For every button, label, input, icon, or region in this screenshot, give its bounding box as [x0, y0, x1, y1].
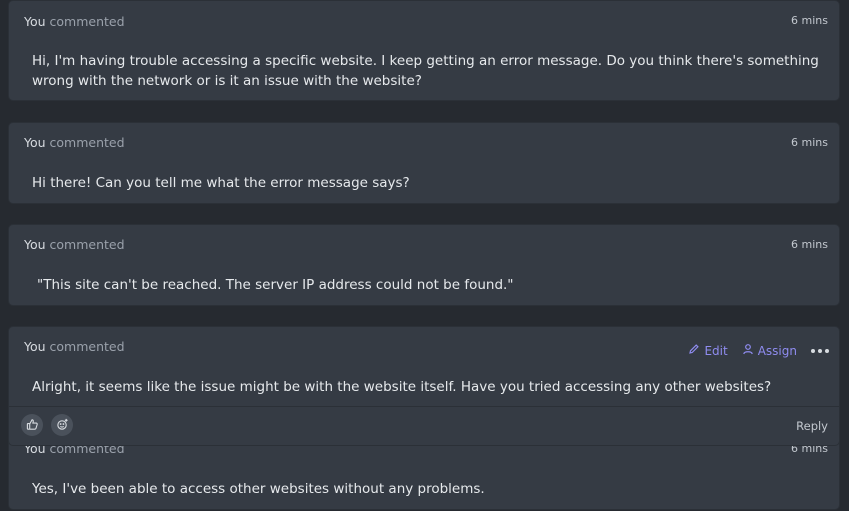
assign-button[interactable]: Assign [742, 343, 797, 358]
comment-verb: commented [49, 237, 125, 252]
more-options-button[interactable] [811, 348, 829, 353]
user-icon [742, 343, 754, 358]
comment-text: "This site can't be reached. The server … [37, 277, 514, 293]
comment-footer: Reply [9, 406, 839, 445]
comment-author: You [24, 135, 46, 150]
like-button[interactable] [21, 414, 43, 436]
comment-actions: Edit Assign [688, 343, 829, 358]
comment-text: Alright, it seems like the issue might b… [32, 379, 772, 395]
comment-header: You commented [24, 135, 125, 150]
comment-card: You commented 6 mins Hi there! Can you t… [8, 122, 840, 204]
comment-verb: commented [49, 14, 125, 29]
comment-author: You [24, 14, 46, 29]
comment-card: You commented 6 mins "This site can't be… [8, 224, 840, 306]
edit-label: Edit [704, 343, 728, 358]
comment-verb: commented [49, 135, 125, 150]
comment-text: Hi, I'm having trouble accessing a speci… [32, 53, 819, 89]
comment-time: 6 mins [791, 238, 828, 251]
edit-button[interactable]: Edit [688, 343, 728, 358]
comment-feed: You commented 6 mins Hi, I'm having trou… [0, 0, 849, 511]
comment-author: You [24, 339, 46, 354]
comment-author: You [24, 237, 46, 252]
comment-card-active: You commented Edit Assign Alright, it se… [8, 326, 840, 446]
comment-card: You commented 6 mins Hi, I'm having trou… [8, 0, 840, 101]
comment-text: Hi there! Can you tell me what the error… [32, 175, 410, 191]
comment-verb: commented [49, 339, 125, 354]
add-reaction-icon [56, 416, 69, 435]
pencil-icon [688, 343, 700, 358]
comment-header: You commented [24, 237, 125, 252]
thumbs-up-icon [26, 416, 39, 435]
assign-label: Assign [757, 343, 797, 358]
reply-button[interactable]: Reply [796, 419, 828, 433]
add-reaction-button[interactable] [51, 414, 73, 436]
comment-header: You commented [24, 14, 125, 29]
comment-header: You commented [24, 339, 125, 354]
comment-text: Yes, I've been able to access other webs… [32, 481, 485, 497]
comment-time: 6 mins [791, 136, 828, 149]
more-dots-icon [811, 348, 815, 353]
comment-time: 6 mins [791, 14, 828, 27]
